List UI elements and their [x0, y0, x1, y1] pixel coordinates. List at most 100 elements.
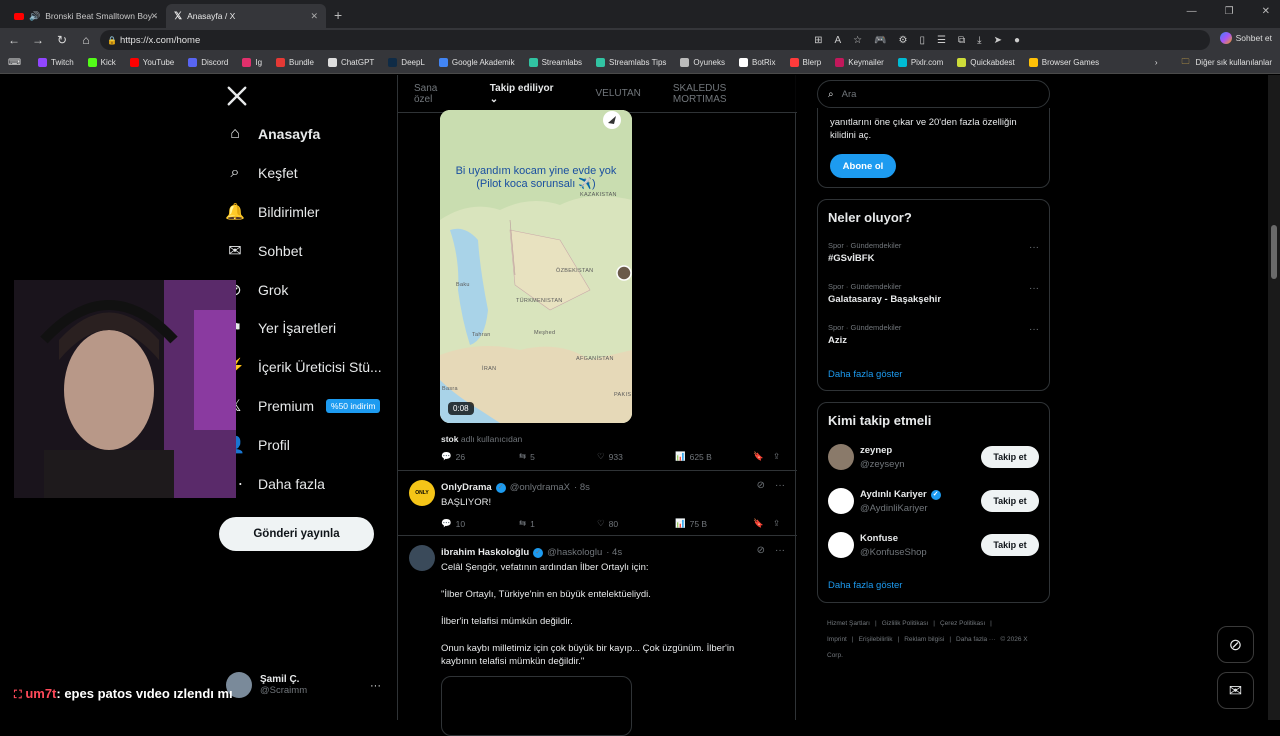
video-player[interactable]: Bi uyandım kocam yine evde yok (Pilot ko…	[440, 110, 632, 423]
bookmark-google-akademik[interactable]: Google Akademik	[432, 58, 522, 67]
avatar[interactable]	[828, 444, 854, 470]
forward-icon[interactable]: →	[26, 33, 50, 47]
reply-button[interactable]: 💬 10	[441, 518, 519, 529]
follow-button[interactable]: Takip et	[981, 534, 1039, 556]
bookmark-streamlabs-tips[interactable]: Streamlabs Tips	[589, 58, 673, 67]
avatar[interactable]: ONLY	[409, 480, 435, 506]
more-dots-icon[interactable]: ···	[1029, 324, 1039, 335]
footer-link[interactable]: Erişilebilirlik	[859, 636, 893, 643]
post-time[interactable]: · 4s	[606, 547, 622, 558]
post-haskologlu[interactable]: ibrahim Haskoloğlu ✓ @haskologlu · 4s ⊘ ·…	[398, 536, 797, 736]
tab-following[interactable]: Takip ediliyor ⌄	[474, 83, 580, 105]
trend-item[interactable]: Aziz	[828, 335, 847, 346]
like-button[interactable]: ♡ 80	[597, 518, 675, 529]
bookmark-blerp[interactable]: Blerp	[783, 58, 829, 67]
tab-list-velutan[interactable]: VELUTAN	[580, 88, 657, 99]
bookmark-twitch[interactable]: Twitch	[31, 58, 81, 67]
copilot-chat-button[interactable]: Sohbet et	[1219, 32, 1272, 44]
maximize-icon[interactable]: ❐	[1225, 6, 1234, 17]
nav-item-creator[interactable]: ⚡İçerik Üreticisi Stü...	[225, 358, 382, 376]
download-icon[interactable]: ⤓	[977, 35, 981, 46]
account-switcher[interactable]: Şamil Ç. @Scraimm	[226, 672, 307, 698]
bookmark-kick[interactable]: Kick	[81, 58, 123, 67]
follow-suggestion-name[interactable]: Konfuse	[860, 533, 898, 544]
more-dots-icon[interactable]: ···	[775, 480, 785, 491]
repost-button[interactable]: ⇆ 5	[519, 451, 597, 462]
read-aloud-icon[interactable]: A	[834, 35, 841, 46]
browser-tab-x[interactable]: 𝕏 Anasayfa / X ✕	[166, 4, 326, 28]
show-more-follow[interactable]: Daha fazla göster	[828, 580, 902, 591]
bookmark-browser-games[interactable]: Browser Games	[1022, 58, 1106, 67]
nav-item-more[interactable]: ⋯Daha fazla	[226, 475, 325, 493]
share-button[interactable]: ⇪	[773, 518, 780, 529]
bookmark-oyuneks[interactable]: Oyuneks	[673, 58, 732, 67]
search-input[interactable]: ⌕ Ara	[817, 80, 1050, 108]
author-handle[interactable]: @onlydramaX	[510, 482, 570, 493]
chevron-right-icon[interactable]: ›	[1155, 58, 1158, 67]
x-logo-icon[interactable]	[226, 85, 248, 107]
bookmark-keymailer[interactable]: Keymailer	[828, 58, 891, 67]
more-dots-icon[interactable]: ···	[370, 680, 381, 692]
views-button[interactable]: 📊 75 B	[675, 518, 753, 529]
follow-suggestion-name[interactable]: zeynep	[860, 445, 892, 456]
share-button[interactable]: ⇪	[773, 451, 780, 462]
trend-item[interactable]: #GSvİBFK	[828, 253, 874, 264]
avatar[interactable]	[409, 545, 435, 571]
bookmark-ig[interactable]: Ig	[235, 58, 269, 67]
bookmark-button[interactable]: 🔖	[753, 451, 773, 462]
refresh-icon[interactable]: ↻	[50, 33, 74, 47]
back-icon[interactable]: ←	[2, 33, 26, 47]
messages-fab-button[interactable]: ✉	[1217, 672, 1254, 709]
nav-item-bookmark[interactable]: ⚑Yer İşaretleri	[226, 319, 336, 337]
source-user[interactable]: stok	[441, 434, 458, 444]
avatar[interactable]	[828, 532, 854, 558]
collections-icon[interactable]: ⧉	[958, 35, 965, 46]
author-name[interactable]: ibrahim Haskoloğlu	[441, 547, 529, 558]
more-dots-icon[interactable]: ···	[1029, 242, 1039, 253]
post-onlydrama[interactable]: ONLY OnlyDrama ✓ @onlydramaX · 8s ⊘ ··· B…	[398, 471, 797, 536]
bookmark-button[interactable]: 🔖	[753, 518, 773, 529]
nav-item-search[interactable]: ⌕ Keşfet	[226, 164, 298, 182]
author-name[interactable]: OnlyDrama	[441, 482, 492, 493]
trend-item[interactable]: Galatasaray - Başakşehir	[828, 294, 941, 305]
nav-item-home[interactable]: ⌂ Anasayfa	[226, 125, 320, 143]
bookmark-streamlabs[interactable]: Streamlabs	[522, 58, 589, 67]
extensions-icon[interactable]: ⚙	[899, 35, 908, 46]
grok-icon[interactable]: ⊘	[757, 480, 765, 491]
gamepad-icon[interactable]: 🎮	[874, 35, 886, 46]
more-dots-icon[interactable]: ···	[1029, 283, 1039, 294]
bookmark-pixlr-com[interactable]: Pixlr.com	[891, 58, 950, 67]
bookmark-botrix[interactable]: BotRix	[732, 58, 783, 67]
repost-button[interactable]: ⇆ 1	[519, 518, 597, 529]
address-bar[interactable]: 🔒 https://x.com/home ⊞ A ☆ 🎮 ⚙ ▯ ☰ ⧉ ⤓ ➤…	[100, 30, 1210, 50]
tab-list-skaledus[interactable]: SKALEDUS MORTIMAS	[657, 83, 797, 105]
like-button[interactable]: ♡ 933	[597, 451, 675, 462]
close-icon[interactable]: ✕	[150, 11, 158, 22]
favorite-star-icon[interactable]: ☆	[853, 35, 862, 46]
app-icon[interactable]: ⊞	[814, 35, 822, 46]
nav-item-bell[interactable]: 🔔 Bildirimler	[225, 203, 319, 221]
split-screen-icon[interactable]: ▯	[920, 35, 926, 46]
new-tab-button[interactable]: +	[334, 7, 342, 23]
speaker-icon[interactable]: 🔊	[29, 11, 40, 22]
footer-link[interactable]: Daha fazla ···	[956, 636, 995, 643]
bookmark-discord[interactable]: Discord	[181, 58, 235, 67]
reply-button[interactable]: 💬 26	[441, 451, 519, 462]
bookmark-quickabdest[interactable]: Quickabdest	[950, 58, 1021, 67]
reader-icon[interactable]: ⌨	[8, 57, 21, 68]
close-icon[interactable]: ✕	[310, 11, 318, 22]
profile-avatar-icon[interactable]: ●	[1014, 35, 1020, 46]
browser-tab-music[interactable]: 🔊 Bronski Beat Smalltown Boy - ✕	[6, 4, 166, 28]
bookmark-youtube[interactable]: YouTube	[123, 58, 181, 67]
follow-button[interactable]: Takip et	[981, 446, 1039, 468]
footer-link[interactable]: Hizmet Şartları	[827, 620, 870, 627]
home-icon[interactable]: ⌂	[74, 33, 98, 47]
follow-suggestion-name[interactable]: Aydınlı Kariyer ✓	[860, 489, 941, 500]
grok-icon[interactable]: ⊘	[757, 545, 765, 556]
minimize-icon[interactable]: —	[1187, 6, 1197, 17]
nav-item-mail[interactable]: ✉ Sohbet	[226, 242, 302, 260]
footer-link[interactable]: Imprint	[827, 636, 847, 643]
share-icon[interactable]: ➤	[994, 35, 1002, 46]
bookmark-chatgpt[interactable]: ChatGPT	[321, 58, 381, 67]
more-dots-icon[interactable]: ···	[775, 545, 785, 556]
